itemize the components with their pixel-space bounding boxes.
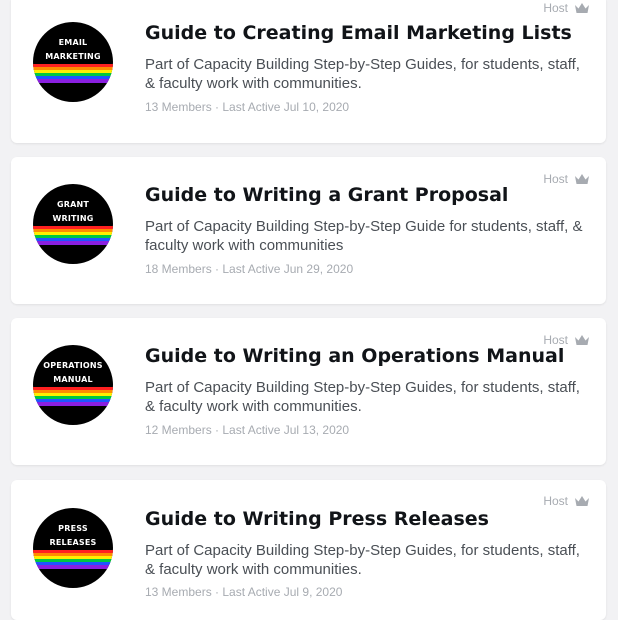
- avatar-text-line: EMAIL: [58, 38, 88, 47]
- host-label: Host: [543, 494, 568, 508]
- group-meta: 12 Members · Last Active Jul 13, 2020: [145, 423, 350, 437]
- group-description: Part of Capacity Building Step-by-Step G…: [145, 56, 580, 92]
- rainbow-stripes: [33, 550, 113, 569]
- group-meta: 13 Members · Last Active Jul 9, 2020: [145, 585, 343, 599]
- crown-icon: [575, 496, 589, 506]
- group-title[interactable]: Guide to Writing Press Releases: [145, 508, 489, 530]
- group-description: Part of Capacity Building Step-by-Step G…: [145, 542, 580, 578]
- rainbow-stripes: [33, 226, 113, 245]
- group-avatar[interactable]: GRANT WRITING: [33, 184, 113, 264]
- group-description: Part of Capacity Building Step-by-Step G…: [145, 379, 580, 415]
- avatar-text-line: WRITING: [52, 214, 94, 223]
- rainbow-stripes: [33, 64, 113, 83]
- host-badge: Host: [543, 1, 590, 15]
- group-description: Part of Capacity Building Step-by-Step G…: [145, 218, 583, 254]
- avatar-text-line: OPERATIONS: [43, 361, 103, 370]
- group-meta: 18 Members · Last Active Jun 29, 2020: [145, 262, 354, 276]
- host-label: Host: [543, 172, 568, 186]
- host-badge: Host: [543, 494, 590, 508]
- group-card[interactable]: Host EMAIL MARKETING Guide to Creating E…: [11, 0, 606, 143]
- group-title[interactable]: Guide to Writing an Operations Manual: [145, 345, 564, 367]
- crown-icon: [575, 3, 589, 13]
- crown-icon: [575, 335, 589, 345]
- group-avatar[interactable]: PRESS RELEASES: [33, 508, 113, 588]
- rainbow-stripes: [33, 387, 113, 406]
- avatar-text-line: GRANT: [56, 200, 90, 209]
- host-badge: Host: [543, 172, 590, 186]
- avatar-text-line: MARKETING: [45, 52, 101, 61]
- avatar-text-line: PRESS: [58, 524, 88, 533]
- avatar-text-line: RELEASES: [49, 538, 97, 547]
- group-avatar[interactable]: EMAIL MARKETING: [33, 22, 113, 102]
- group-title[interactable]: Guide to Writing a Grant Proposal: [145, 184, 508, 206]
- group-title[interactable]: Guide to Creating Email Marketing Lists: [145, 22, 572, 44]
- host-label: Host: [543, 1, 568, 15]
- avatar-text-line: MANUAL: [53, 375, 93, 384]
- group-avatar[interactable]: OPERATIONS MANUAL: [33, 345, 113, 425]
- group-card[interactable]: Host GRANT WRITING Guide to Writing a Gr…: [11, 157, 606, 304]
- group-meta: 13 Members · Last Active Jul 10, 2020: [145, 100, 350, 114]
- group-card[interactable]: Host PRESS RELEASES Guide to Writing Pre…: [11, 480, 606, 620]
- group-card[interactable]: Host OPERATIONS MANUAL Guide to Writing …: [11, 318, 606, 465]
- crown-icon: [575, 174, 589, 184]
